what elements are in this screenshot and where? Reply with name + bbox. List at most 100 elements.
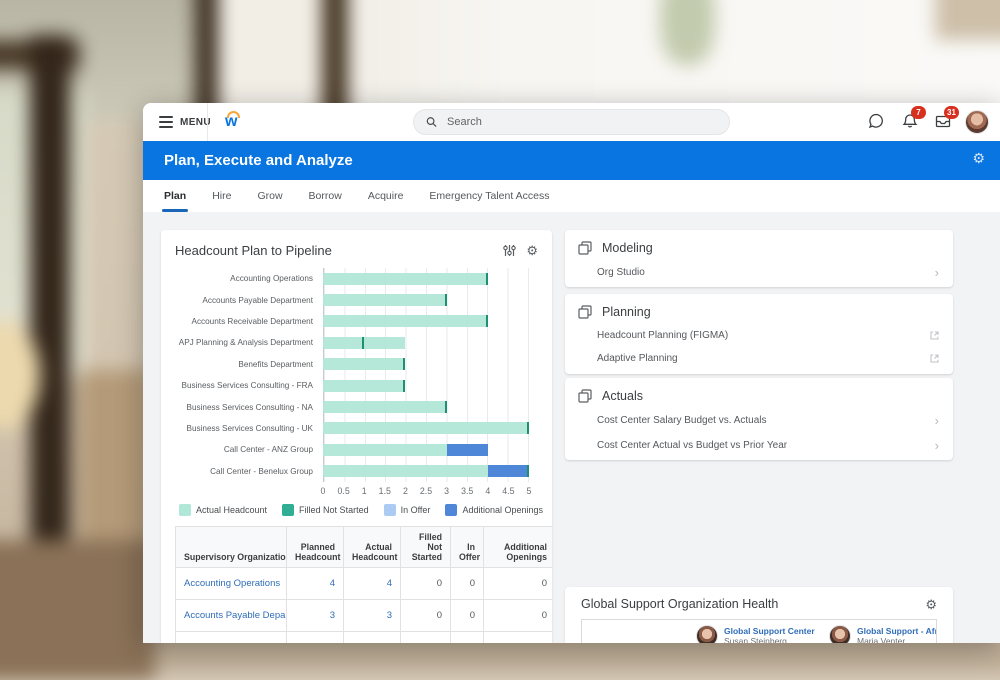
nav-card-title: Modeling	[602, 241, 653, 255]
nav-item-adaptive-planning[interactable]: Adaptive Planning	[565, 347, 953, 370]
actual-headcount-segment	[323, 337, 405, 349]
chart-settings-sliders-icon[interactable]	[503, 244, 516, 257]
person-name: Maria Venter	[857, 636, 937, 643]
x-tick-label: 3.5	[461, 486, 473, 496]
bar-track[interactable]	[323, 401, 529, 413]
bar-track[interactable]	[323, 422, 529, 434]
tab-grow[interactable]: Grow	[257, 180, 282, 212]
filled-not-started-marker	[445, 401, 447, 413]
x-tick-label: 5	[527, 486, 532, 496]
nav-card-title: Actuals	[602, 389, 643, 403]
bar-track[interactable]	[323, 380, 529, 392]
page-title: Plan, Execute and Analyze	[164, 152, 353, 169]
search-bar[interactable]	[413, 109, 730, 135]
additional-openings-segment	[488, 465, 529, 477]
workday-logo-icon[interactable]: w	[224, 109, 244, 135]
x-tick-label: 2.5	[420, 486, 432, 496]
bar-row: Call Center - Benelux Group	[175, 461, 538, 482]
table-value-cell[interactable]: 3	[344, 599, 401, 631]
person-name: Susan Steinberg	[724, 636, 815, 643]
x-tick-label: 0.5	[337, 486, 349, 496]
person-org-link[interactable]: Global Support Center	[724, 626, 815, 636]
chart-gear-icon[interactable]: ⚙	[526, 244, 538, 257]
legend-swatch	[445, 504, 457, 516]
chat-button[interactable]	[867, 112, 887, 132]
table-value-cell	[401, 631, 451, 643]
bar-category-label: Call Center - ANZ Group	[175, 445, 323, 454]
table-value-cell[interactable]: 4	[344, 567, 401, 599]
bar-track[interactable]	[323, 465, 529, 477]
app-header: Plan, Execute and Analyze ⚙	[143, 141, 1000, 180]
bar-track[interactable]	[323, 337, 529, 349]
bar-track[interactable]	[323, 273, 529, 285]
page-settings-gear-icon[interactable]: ⚙	[972, 151, 985, 165]
table-header-cell: Planned Headcount	[287, 526, 344, 567]
table-value-cell[interactable]: 3	[287, 599, 344, 631]
health-card-title: Global Support Organization Health	[581, 597, 778, 611]
nav-card-actuals: Actuals Cost Center Salary Budget vs. Act…	[565, 378, 953, 460]
user-avatar[interactable]	[965, 110, 989, 134]
table-header-cell: In Offer	[451, 526, 484, 567]
table-row: Accounting Operations44000	[176, 567, 553, 599]
actual-headcount-segment	[323, 444, 447, 456]
windows-icon	[578, 241, 592, 255]
table-value-cell: 0	[484, 567, 553, 599]
inbox-button[interactable]: 31	[934, 112, 954, 132]
bar-category-label: Call Center - Benelux Group	[175, 467, 323, 476]
x-tick-label: 0	[321, 486, 326, 496]
chart-x-axis: 00.511.522.533.544.55	[323, 482, 529, 498]
person-avatar	[696, 625, 718, 643]
nav-item-cost-center-actual-vs-budget-vs-prior-year[interactable]: Cost Center Actual vs Budget vs Prior Ye…	[565, 433, 953, 458]
headcount-table: Supervisory OrganizationPlanned Headcoun…	[175, 526, 552, 643]
windows-icon	[578, 389, 592, 403]
tab-hire[interactable]: Hire	[212, 180, 231, 212]
menu-button[interactable]: MENU	[159, 103, 211, 141]
org-link-cell[interactable]: Accounts Payable Department	[176, 599, 287, 631]
table-value-cell	[451, 631, 484, 643]
bar-track[interactable]	[323, 315, 529, 327]
person-maria-venter: Global Support - Africa & EMaria Venter	[829, 625, 937, 643]
bar-row: Benefits Department	[175, 354, 538, 375]
legend-item-actual-headcount: Actual Headcount	[179, 504, 267, 516]
actual-headcount-segment	[323, 315, 488, 327]
nav-item-cost-center-salary-budget-vs-actuals[interactable]: Cost Center Salary Budget vs. Actuals›	[565, 408, 953, 433]
nav-item-headcount-planning-figma[interactable]: Headcount Planning (FIGMA)	[565, 324, 953, 347]
bar-track[interactable]	[323, 358, 529, 370]
health-gear-icon[interactable]: ⚙	[925, 598, 937, 611]
headcount-bar-chart: Accounting OperationsAccounts Payable De…	[175, 268, 538, 498]
table-value-cell	[176, 631, 287, 643]
nav-card-planning: PlanningHeadcount Planning (FIGMA)Adapti…	[565, 294, 953, 374]
tab-acquire[interactable]: Acquire	[368, 180, 404, 212]
chart-card-title: Headcount Plan to Pipeline	[175, 243, 332, 258]
chevron-right-icon: ›	[935, 414, 939, 427]
tab-borrow[interactable]: Borrow	[309, 180, 342, 212]
table-value-cell[interactable]: 4	[287, 567, 344, 599]
person-org-link[interactable]: Global Support - Africa & E	[857, 626, 937, 636]
notifications-button[interactable]: 7	[901, 112, 921, 132]
table-header-cell: Filled Not Started	[401, 526, 451, 567]
bar-category-label: APJ Planning & Analysis Department	[175, 338, 323, 347]
bar-row: Call Center - ANZ Group	[175, 439, 538, 460]
chevron-right-icon: ›	[935, 266, 939, 279]
tab-plan[interactable]: Plan	[164, 180, 186, 212]
legend-swatch	[179, 504, 191, 516]
inbox-badge: 31	[944, 106, 959, 119]
x-tick-label: 4	[485, 486, 490, 496]
nav-item-org-studio[interactable]: Org Studio›	[565, 260, 953, 285]
search-input[interactable]	[445, 115, 717, 129]
org-link-cell[interactable]: Accounting Operations	[176, 567, 287, 599]
bar-track[interactable]	[323, 294, 529, 306]
x-tick-label: 1	[362, 486, 367, 496]
bar-track[interactable]	[323, 444, 529, 456]
table-value-cell: 0	[451, 599, 484, 631]
bar-row: Accounting Operations	[175, 268, 538, 289]
person-avatar	[829, 625, 851, 643]
tab-emergency-talent-access[interactable]: Emergency Talent Access	[429, 180, 549, 212]
filled-not-started-marker	[445, 294, 447, 306]
health-metrics-panel: Global Support CenterSusan Steinberg Glob…	[581, 619, 937, 643]
filled-not-started-marker	[486, 315, 488, 327]
table-value-cell: 0	[451, 567, 484, 599]
nav-card-modeling: Modeling Org Studio›	[565, 230, 953, 287]
legend-label: In Offer	[401, 505, 431, 515]
top-bar: MENU w 7	[143, 103, 1000, 141]
